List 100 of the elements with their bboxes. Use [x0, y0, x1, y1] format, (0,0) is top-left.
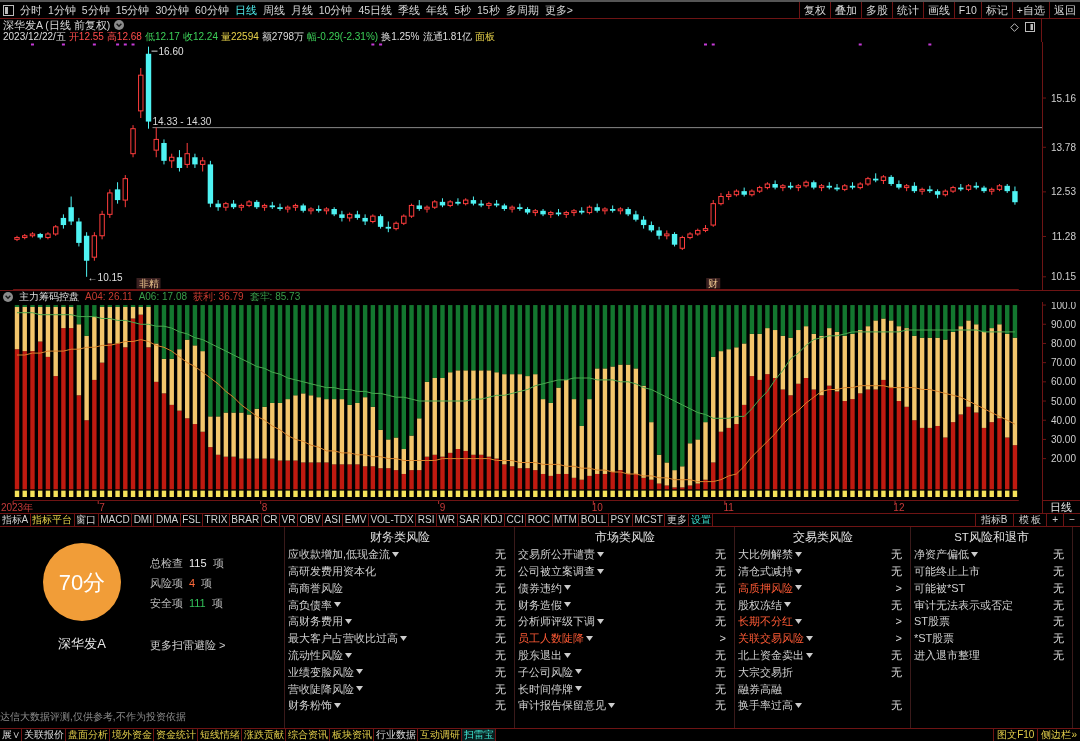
period-tab[interactable]: 周线: [261, 2, 286, 18]
period-tab[interactable]: 60分钟: [194, 2, 230, 18]
event-tag[interactable]: 财: [706, 277, 721, 289]
risk-item[interactable]: 融券高融: [738, 680, 782, 697]
indicator-tab[interactable]: MCST: [632, 514, 666, 526]
risk-item[interactable]: 股权冻结: [738, 596, 782, 614]
caret-down-icon[interactable]: [356, 686, 363, 692]
risk-item[interactable]: 财务粉饰: [288, 697, 332, 714]
dropdown-icon[interactable]: [114, 20, 125, 30]
toolbar-button[interactable]: +自选: [1011, 2, 1049, 18]
risk-item[interactable]: 员工人数陡降: [518, 630, 584, 647]
caret-down-icon[interactable]: [575, 686, 582, 692]
risk-item[interactable]: 长期不分红: [738, 613, 793, 630]
risk-item[interactable]: *ST股票: [914, 630, 955, 647]
status-tab[interactable]: 扫雷宝: [462, 729, 496, 741]
period-tab[interactable]: 分时: [19, 2, 43, 18]
indicator-tab[interactable]: BRAR: [229, 514, 262, 526]
caret-down-icon[interactable]: [564, 652, 571, 658]
caret-down-icon[interactable]: [784, 602, 791, 608]
indicator-tab[interactable]: SAR: [457, 514, 483, 526]
caret-down-icon[interactable]: [345, 652, 352, 658]
risk-item[interactable]: ST股票: [914, 613, 951, 630]
caret-down-icon[interactable]: [795, 585, 802, 591]
risk-item[interactable]: 进入退市整理: [914, 646, 980, 664]
status-tab[interactable]: 关联报价: [22, 729, 66, 741]
caret-down-icon[interactable]: [597, 619, 604, 625]
caret-down-icon[interactable]: [806, 652, 813, 658]
risk-item[interactable]: 应收款增加,低现金流: [288, 546, 391, 563]
indicator-tab[interactable]: BOLL: [579, 514, 609, 526]
indicator-tab[interactable]: MACD: [98, 514, 133, 526]
risk-item[interactable]: 大宗交易折: [738, 663, 793, 681]
toolbar-button[interactable]: 统计: [891, 2, 923, 18]
risk-item[interactable]: 高负债率: [288, 596, 332, 614]
window-icon[interactable]: [3, 4, 14, 16]
risk-item[interactable]: 高质押风险: [738, 579, 793, 597]
risk-item[interactable]: 可能被*ST: [914, 579, 966, 597]
toolbar-button[interactable]: 复权: [798, 2, 830, 18]
risk-item[interactable]: 净资产偏低: [914, 546, 969, 563]
risk-item[interactable]: 债券违约: [518, 579, 562, 597]
period-tab[interactable]: 1分钟: [47, 2, 77, 18]
caret-down-icon[interactable]: [334, 602, 341, 608]
indicator-tab[interactable]: CR: [261, 514, 281, 526]
toolbar-button[interactable]: F10: [953, 2, 981, 18]
risk-item[interactable]: 北上资金卖出: [738, 646, 804, 664]
toolbar-button[interactable]: 多股: [860, 2, 892, 18]
period-tab[interactable]: 月线: [289, 2, 314, 18]
status-tab[interactable]: 境外资金: [110, 729, 154, 741]
status-tab[interactable]: 涨跌贡献: [242, 729, 286, 741]
risk-item[interactable]: 清仓式减持: [738, 562, 793, 580]
indicator-tab[interactable]: VR: [280, 514, 298, 526]
status-tab[interactable]: 盘面分析: [66, 729, 110, 741]
indicator-tab[interactable]: DMA: [154, 514, 181, 526]
status-tab[interactable]: 板块资讯: [330, 729, 374, 741]
caret-down-icon[interactable]: [795, 568, 802, 574]
risk-item[interactable]: 可能终止上市: [914, 562, 980, 580]
panel-button[interactable]: 指标B: [974, 514, 1013, 526]
risk-item[interactable]: 高商誉风险: [288, 579, 343, 597]
caret-down-icon[interactable]: [597, 568, 604, 574]
indicator-tab[interactable]: KDJ: [482, 514, 506, 526]
caret-down-icon[interactable]: [345, 619, 352, 625]
indicator-tab[interactable]: 设置: [689, 514, 714, 526]
caret-down-icon[interactable]: [608, 703, 615, 709]
period-tab[interactable]: 30分钟: [154, 2, 191, 18]
caret-down-icon[interactable]: [586, 635, 593, 641]
dropdown-icon[interactable]: [3, 291, 13, 302]
status-tab[interactable]: 展∨: [0, 729, 22, 741]
risk-item[interactable]: 审计无法表示或否定: [914, 596, 1013, 614]
panel-link[interactable]: 面板: [475, 31, 495, 42]
indicator-tab[interactable]: WR: [436, 514, 458, 526]
risk-item[interactable]: 分析师评级下调: [518, 613, 595, 630]
period-tab[interactable]: 10分钟: [317, 2, 354, 18]
indicator-tab[interactable]: TRIX: [203, 514, 230, 526]
caret-down-icon[interactable]: [564, 602, 571, 608]
period-tab[interactable]: 更多>: [543, 2, 574, 18]
caret-down-icon[interactable]: [400, 635, 407, 641]
risk-item[interactable]: 长时间停牌: [518, 680, 573, 697]
risk-item[interactable]: 关联交易风险: [738, 630, 804, 647]
indicator-tab[interactable]: FSL: [180, 514, 204, 526]
risk-item[interactable]: 子公司风险: [518, 663, 573, 681]
indicator-tab[interactable]: 窗口: [74, 514, 99, 526]
period-tab[interactable]: 季线: [397, 2, 422, 18]
caret-down-icon[interactable]: [334, 703, 341, 709]
caret-down-icon[interactable]: [806, 635, 813, 641]
risk-item[interactable]: 最大客户占营收比过高: [288, 630, 398, 647]
toolbar-button[interactable]: 叠加: [829, 2, 861, 18]
toolbar-button[interactable]: 画线: [922, 2, 954, 18]
risk-item[interactable]: 大比例解禁: [738, 546, 793, 563]
caret-down-icon[interactable]: [575, 669, 582, 675]
period-tab[interactable]: 5秒: [453, 2, 472, 18]
more-link[interactable]: 更多扫雷避险 >: [150, 637, 226, 654]
event-tag[interactable]: 非精: [136, 277, 161, 289]
indicator-tab[interactable]: ROC: [526, 514, 553, 526]
risk-item[interactable]: 流动性风险: [288, 646, 343, 664]
period-tab[interactable]: 年线: [425, 2, 450, 18]
risk-item[interactable]: 股东退出: [518, 646, 562, 664]
period-tab[interactable]: 15分钟: [114, 2, 151, 18]
panel-button[interactable]: 模 板: [1012, 514, 1047, 526]
status-button[interactable]: 侧边栏»: [1037, 729, 1080, 741]
risk-item[interactable]: 高财务费用: [288, 613, 343, 630]
caret-down-icon[interactable]: [392, 551, 400, 557]
